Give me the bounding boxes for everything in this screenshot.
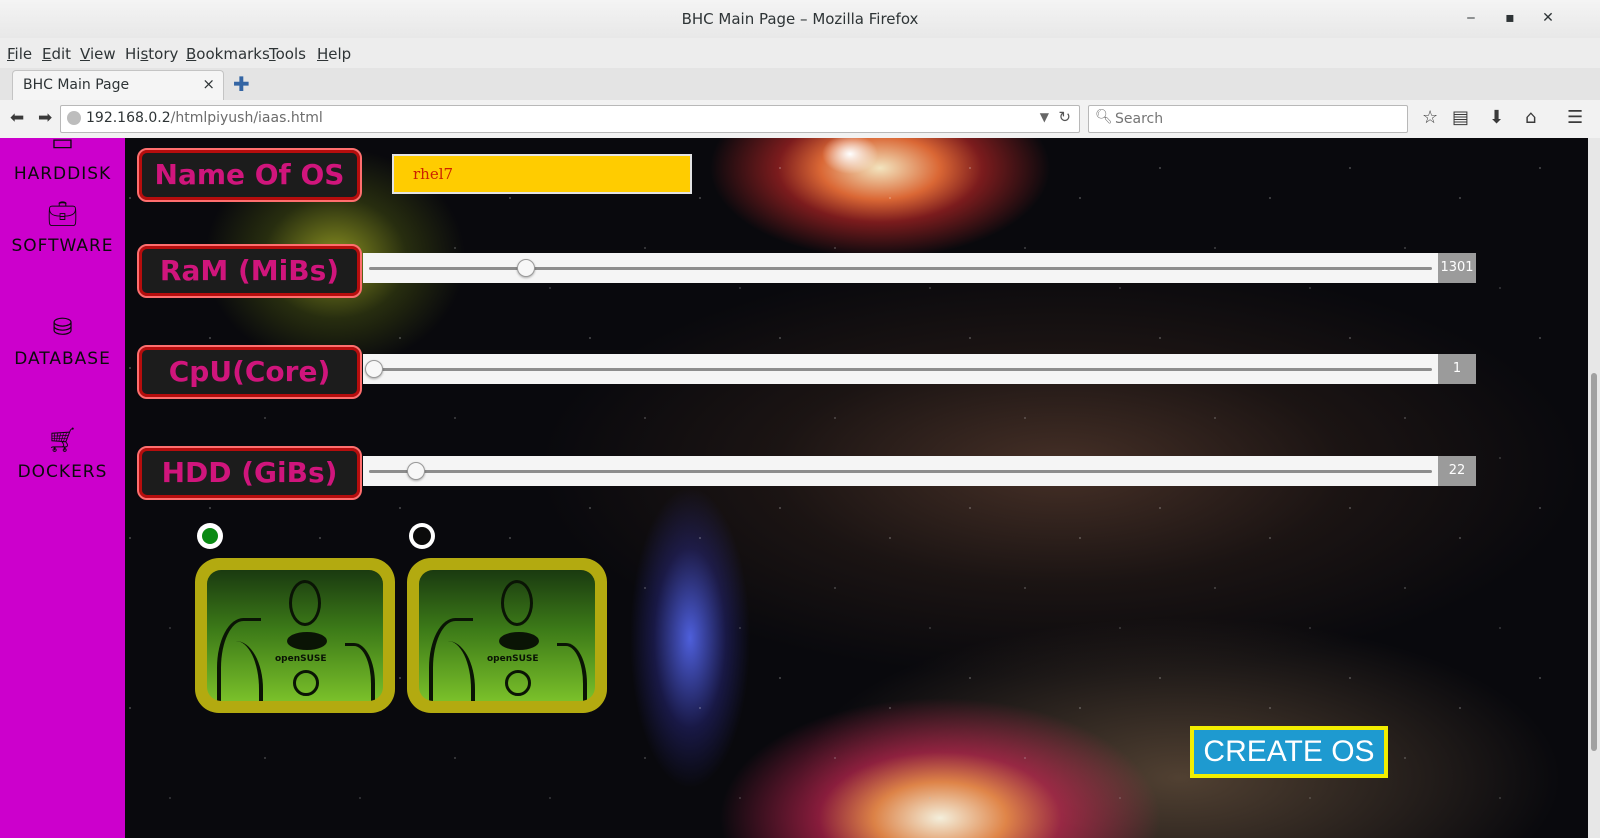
- os-brand-text: openSUSE: [487, 654, 539, 664]
- hdd-label: HDD (GiBs): [137, 446, 362, 500]
- ram-value: 1301: [1438, 253, 1476, 283]
- menu-file[interactable]: File: [7, 45, 32, 63]
- os-radio-1[interactable]: [197, 523, 223, 549]
- os-option-card-1[interactable]: openSUSE: [195, 558, 395, 713]
- search-input[interactable]: [1113, 109, 1397, 129]
- minimize-button[interactable]: ‒: [1461, 10, 1481, 26]
- tab-close-icon[interactable]: ×: [202, 75, 215, 93]
- sidebar-item-dockers[interactable]: 🛒︎ DOCKERS: [0, 428, 125, 482]
- close-window-button[interactable]: ✕: [1538, 10, 1558, 26]
- opensuse-image: openSUSE: [207, 570, 383, 701]
- database-icon: ⛁: [52, 313, 73, 341]
- briefcase-icon: 💼︎: [47, 200, 78, 228]
- menu-tools[interactable]: Tools: [269, 45, 306, 63]
- hamburger-menu-icon[interactable]: ☰: [1567, 107, 1583, 128]
- sidebar-item-label: SOFTWARE: [11, 236, 114, 256]
- tab-bhc-main-page[interactable]: BHC Main Page ×: [12, 70, 224, 101]
- cpu-slider-thumb[interactable]: [365, 360, 383, 378]
- cpu-slider-track: [369, 368, 1432, 371]
- menu-history[interactable]: History: [125, 45, 178, 63]
- sidebar-item-database[interactable]: ⛁ DATABASE: [0, 315, 125, 369]
- new-tab-icon[interactable]: ✚: [233, 72, 250, 96]
- home-icon[interactable]: ⌂: [1525, 107, 1536, 128]
- menu-help[interactable]: Help: [317, 45, 351, 63]
- tab-label: BHC Main Page: [23, 77, 130, 93]
- reading-list-icon[interactable]: ▤: [1452, 107, 1469, 128]
- menu-view[interactable]: View: [80, 45, 116, 63]
- ram-label: RaM (MiBs): [137, 244, 362, 298]
- hdd-slider[interactable]: 22: [363, 456, 1476, 486]
- cart-icon: 🛒︎: [47, 426, 78, 454]
- ram-slider[interactable]: 1301: [363, 253, 1476, 283]
- os-brand-text: openSUSE: [275, 654, 327, 664]
- radio-dot: [202, 528, 218, 544]
- window-title: BHC Main Page – Mozilla Firefox: [681, 10, 919, 28]
- search-icon: 🔍︎: [1095, 109, 1113, 125]
- os-option-card-2[interactable]: openSUSE: [407, 558, 607, 713]
- sidebar-item-software[interactable]: 💼︎ SOFTWARE: [0, 202, 125, 256]
- cpu-value: 1: [1438, 354, 1476, 384]
- opensuse-image: openSUSE: [419, 570, 595, 701]
- hdd-slider-thumb[interactable]: [406, 462, 425, 480]
- create-os-button[interactable]: CREATE OS: [1190, 726, 1388, 778]
- maximize-button[interactable]: ▪: [1500, 10, 1520, 26]
- sidebar: ▭ HARDDISK 💼︎ SOFTWARE ⛁ DATABASE 🛒︎ DOC…: [0, 138, 125, 838]
- sidebar-item-label: DATABASE: [14, 349, 111, 369]
- bookmark-star-icon[interactable]: ☆: [1422, 107, 1438, 128]
- os-name-input[interactable]: rhel7: [392, 154, 692, 194]
- radio-dot: [413, 527, 431, 545]
- cpu-label: CpU(Core): [137, 345, 362, 399]
- chameleon-logo-icon: [287, 632, 327, 650]
- sidebar-item-harddisk[interactable]: ▭ HARDDISK: [0, 138, 125, 184]
- os-name-label: Name Of OS: [137, 148, 362, 202]
- page-content: ▭ HARDDISK 💼︎ SOFTWARE ⛁ DATABASE 🛒︎ DOC…: [0, 138, 1588, 838]
- tab-bar: BHC Main Page × ✚: [0, 68, 1600, 101]
- ram-slider-thumb[interactable]: [517, 259, 536, 277]
- scrollbar-thumb[interactable]: [1591, 373, 1597, 751]
- site-info-icon[interactable]: [67, 111, 81, 125]
- window-titlebar: BHC Main Page – Mozilla Firefox ‒ ▪ ✕: [0, 0, 1600, 38]
- back-arrow-icon[interactable]: ⬅: [10, 108, 24, 128]
- page-scrollbar[interactable]: [1588, 138, 1600, 838]
- reload-icon[interactable]: ↻: [1058, 108, 1071, 126]
- sidebar-item-label: HARDDISK: [13, 164, 112, 184]
- search-box[interactable]: 🔍︎: [1088, 105, 1408, 133]
- menu-bar: File Edit View History Bookmarks Tools H…: [0, 38, 1600, 68]
- harddisk-icon: ▭: [51, 138, 74, 156]
- hdd-value: 22: [1438, 456, 1476, 486]
- url-dropdown-chevron-icon[interactable]: ▼: [1040, 110, 1049, 124]
- menu-bookmarks[interactable]: Bookmarks: [186, 45, 270, 63]
- sidebar-item-label: DOCKERS: [17, 462, 108, 482]
- navigation-bar: ⬅ ➡ 192.168.0.2/htmlpiyush/iaas.html ▼ ↻…: [0, 100, 1600, 139]
- forward-arrow-icon[interactable]: ➡: [38, 108, 52, 128]
- url-bar[interactable]: 192.168.0.2/htmlpiyush/iaas.html ▼ ↻: [60, 105, 1080, 133]
- os-radio-2[interactable]: [409, 523, 435, 549]
- cpu-slider[interactable]: 1: [363, 354, 1476, 384]
- menu-edit[interactable]: Edit: [42, 45, 71, 63]
- hdd-slider-track: [369, 470, 1432, 473]
- url-text: 192.168.0.2/htmlpiyush/iaas.html: [86, 110, 323, 126]
- chameleon-logo-icon: [499, 632, 539, 650]
- download-icon[interactable]: ⬇: [1489, 107, 1504, 128]
